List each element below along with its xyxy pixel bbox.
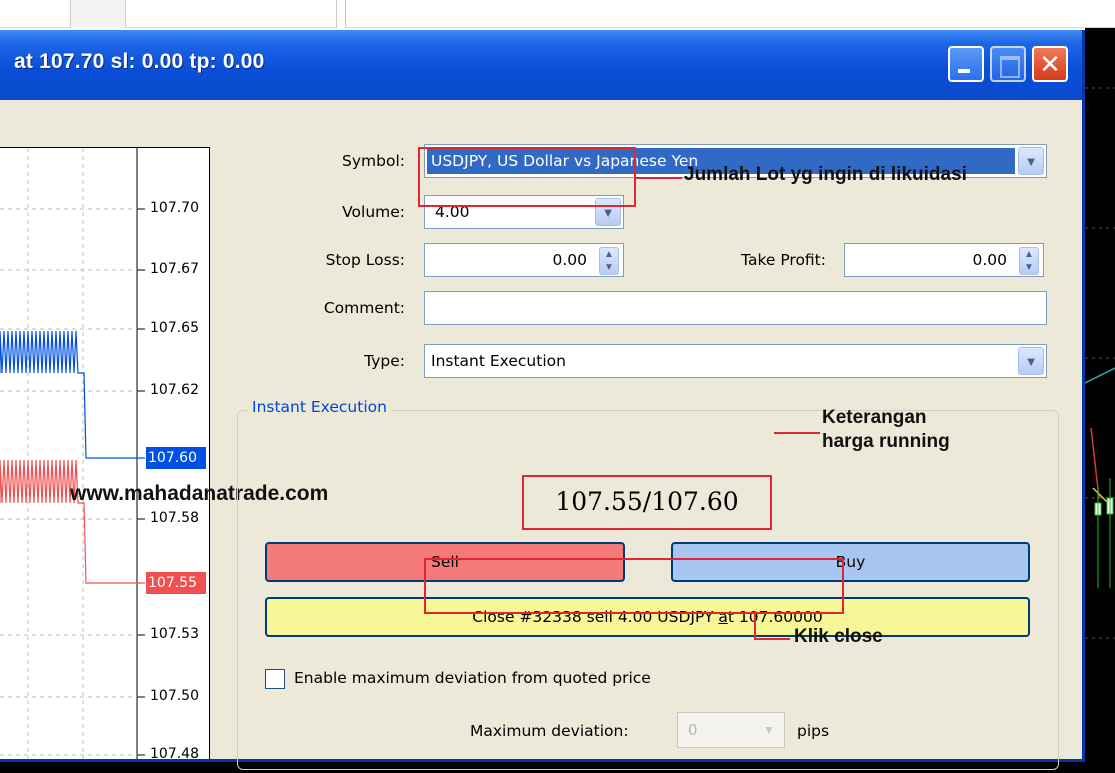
- stoploss-value: 0.00: [552, 251, 587, 269]
- stoploss-input[interactable]: 0.00 ▲ ▼: [424, 243, 624, 277]
- takeprofit-input[interactable]: 0.00 ▲ ▼: [844, 243, 1044, 277]
- bid-price-tag: 107.55: [146, 572, 206, 594]
- type-select[interactable]: Instant Execution ▼: [424, 344, 1047, 378]
- close-annotation-text: Klik close: [794, 626, 883, 647]
- chart-tick-label: 107.50: [150, 688, 199, 704]
- max-deviation-value: 0: [688, 721, 698, 739]
- maximize-button: [990, 46, 1026, 82]
- close-window-button[interactable]: ✕: [1032, 46, 1068, 82]
- chart-tick-label: 107.70: [150, 200, 199, 216]
- chart-tick-label: 107.53: [150, 626, 199, 642]
- bid-price-line: [0, 459, 145, 584]
- symbol-label: Symbol:: [342, 152, 405, 170]
- type-label: Type:: [364, 352, 405, 370]
- window-title: at 107.70 sl: 0.00 tp: 0.00: [14, 50, 265, 73]
- price-annotation-line1: Keterangan: [822, 407, 927, 428]
- close-annotation-box: [424, 558, 844, 614]
- background-chart: [1085, 28, 1115, 773]
- chevron-down-icon[interactable]: ▼: [1018, 347, 1044, 375]
- chart-tick-label: 107.67: [150, 261, 199, 277]
- chart-tick-label: 107.48: [150, 746, 199, 759]
- volume-annotation-box: [418, 147, 636, 207]
- comment-label: Comment:: [323, 299, 405, 317]
- background-chart-svg: [1085, 87, 1115, 639]
- background-tab-divider: [336, 0, 346, 28]
- volume-label: Volume:: [342, 203, 405, 221]
- chart-tick-label: 107.62: [150, 382, 199, 398]
- comment-input[interactable]: [424, 291, 1047, 325]
- deviation-checkbox[interactable]: [265, 669, 285, 689]
- max-deviation-select: 0 ▼: [677, 712, 785, 748]
- price-annotation-line: [774, 432, 820, 434]
- takeprofit-spinner-icon[interactable]: ▲ ▼: [1019, 247, 1039, 275]
- deviation-checkbox-label[interactable]: Enable maximum deviation from quoted pri…: [294, 669, 651, 687]
- ask-price-line: [0, 330, 145, 459]
- stoploss-label: Stop Loss:: [325, 251, 405, 269]
- bg-indicator-line: [1090, 427, 1100, 499]
- takeprofit-value: 0.00: [972, 251, 1007, 269]
- max-deviation-label: Maximum deviation:: [470, 722, 629, 740]
- background-tab: [70, 0, 126, 28]
- close-annotation-line-vertical: [754, 614, 756, 640]
- price-annotation-line2: harga running: [822, 431, 950, 452]
- order-window: at 107.70 sl: 0.00 tp: 0.00 ✕ 107.70 107.…: [0, 30, 1085, 770]
- background-tab-strip: [0, 0, 1115, 28]
- instant-execution-group-title: Instant Execution: [248, 398, 391, 416]
- pips-label: pips: [797, 722, 830, 740]
- minimize-button[interactable]: [948, 46, 984, 82]
- takeprofit-label: Take Profit:: [741, 251, 826, 269]
- chevron-down-icon: ▼: [763, 723, 775, 737]
- volume-annotation-line: [636, 177, 682, 179]
- bid-ask-price-display: 107.55/107.60: [522, 475, 772, 530]
- type-value: Instant Execution: [431, 352, 566, 370]
- close-icon: ✕: [1039, 49, 1061, 79]
- stoploss-spinner-icon[interactable]: ▲ ▼: [599, 247, 619, 275]
- volume-annotation-text: Jumlah Lot yg ingin di likuidasi: [684, 164, 967, 185]
- chart-tick-label: 107.65: [150, 320, 199, 336]
- tick-chart: 107.70 107.67 107.65 107.62 107.58 107.53 107.…: [0, 147, 210, 759]
- bg-indicator-line: [1085, 367, 1115, 384]
- chart-tick-label: 107.58: [150, 510, 199, 526]
- chevron-down-icon[interactable]: ▼: [1018, 147, 1044, 175]
- ask-price-tag: 107.60: [146, 447, 206, 469]
- window-titlebar[interactable]: at 107.70 sl: 0.00 tp: 0.00 ✕: [0, 30, 1082, 100]
- price-annotation-text: Keterangan harga running: [822, 406, 950, 454]
- close-annotation-line-horizontal: [754, 638, 790, 640]
